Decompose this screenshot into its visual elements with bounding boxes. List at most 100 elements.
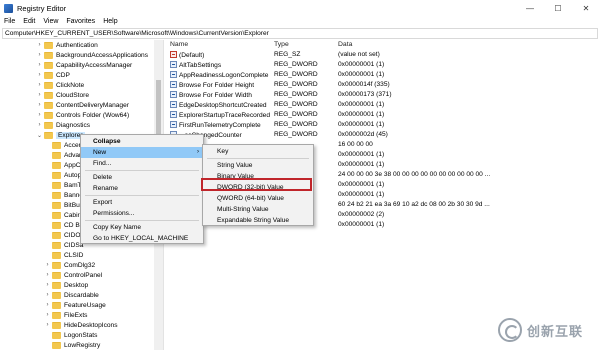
chevron-right-icon[interactable]: › xyxy=(44,322,51,328)
chevron-right-icon[interactable]: › xyxy=(44,262,51,268)
chevron-down-icon[interactable]: ⌄ xyxy=(36,132,43,139)
tree-item[interactable]: Banne xyxy=(44,190,83,200)
menu-item-goto-hklm[interactable]: Go to HKEY_LOCAL_MACHINE xyxy=(81,233,203,244)
chevron-right-icon[interactable]: › xyxy=(44,302,51,308)
table-row[interactable]: (Default) REG_SZ (value not set) xyxy=(166,50,600,60)
chevron-right-icon[interactable]: › xyxy=(44,292,51,298)
tree-item[interactable]: BitBu xyxy=(44,200,80,210)
tree-item[interactable]: CIDSa xyxy=(44,240,83,250)
tree-item[interactable]: › Desktop xyxy=(44,280,88,290)
chevron-right-icon[interactable]: › xyxy=(44,312,51,318)
chevron-right-icon[interactable]: › xyxy=(36,92,43,98)
value-data-cell: 24 00 00 00 3e 38 00 00 00 00 00 00 00 0… xyxy=(338,171,491,178)
value-type-cell: REG_SZ xyxy=(274,51,301,58)
column-header-data[interactable]: Data xyxy=(338,41,352,48)
tree-item-explorer[interactable]: ⌄ Explorer xyxy=(36,130,85,140)
submenu-item-qword-value[interactable]: QWORD (64-bit) Value xyxy=(203,193,313,204)
tree-item-label: Desktop xyxy=(64,281,89,289)
table-row[interactable]: AppReadinessLogonComplete REG_DWORD 0x0000… xyxy=(166,70,600,80)
menu-favorites[interactable]: Favorites xyxy=(66,18,95,25)
tree-item[interactable]: › Diagnostics xyxy=(36,120,90,130)
tree-item[interactable]: › FileExts xyxy=(44,310,87,320)
tree-item[interactable]: › BackgroundAccessApplications xyxy=(36,50,148,60)
tree-item[interactable]: › ComDlg32 xyxy=(44,260,95,270)
minimize-button[interactable]: — xyxy=(516,0,544,16)
tree-item[interactable]: CIDO xyxy=(44,230,80,240)
tree-item[interactable]: › Authentication xyxy=(36,40,98,50)
chevron-right-icon[interactable]: › xyxy=(36,112,43,118)
address-bar[interactable]: Computer\HKEY_CURRENT_USER\Software\Micr… xyxy=(2,28,598,39)
tree-item[interactable]: CD Bu xyxy=(44,220,83,230)
tree-item[interactable]: › CloudStore xyxy=(36,90,89,100)
column-header-name[interactable]: Name xyxy=(170,41,188,48)
tree-item[interactable]: BamT xyxy=(44,180,82,190)
table-row[interactable]: FirstRunTelemetryComplete REG_DWORD 0x0000… xyxy=(166,120,600,130)
tree-item[interactable]: Autop xyxy=(44,170,81,180)
tree-item-label: LowRegistry xyxy=(64,341,101,349)
menu-item-permissions[interactable]: Permissions... xyxy=(81,208,203,219)
chevron-right-icon[interactable]: › xyxy=(36,122,43,128)
chevron-right-icon[interactable]: › xyxy=(36,72,43,78)
submenu-item-expandable-string-value[interactable]: Expandable String Value xyxy=(203,215,313,226)
chevron-right-icon[interactable]: › xyxy=(36,102,43,108)
chevron-right-icon[interactable]: › xyxy=(36,52,43,58)
menu-help[interactable]: Help xyxy=(103,18,117,25)
value-data-cell: 0x00000001 (1) xyxy=(338,191,385,198)
tree-item-label: Controls Folder (Wow64) xyxy=(56,111,130,119)
close-button[interactable]: ✕ xyxy=(572,0,600,16)
menu-item-find[interactable]: Find... xyxy=(81,158,203,169)
menu-file[interactable]: File xyxy=(4,18,15,25)
column-header-type[interactable]: Type xyxy=(274,41,289,48)
tree-item[interactable]: AppC xyxy=(44,160,81,170)
chevron-right-icon[interactable]: › xyxy=(36,62,43,68)
menu-separator xyxy=(207,158,309,159)
maximize-button[interactable]: ☐ xyxy=(544,0,572,16)
menu-edit[interactable]: Edit xyxy=(23,18,35,25)
tree-item[interactable]: › CDP xyxy=(36,70,70,80)
value-data-cell: 0x0000002d (45) xyxy=(338,131,388,138)
table-row[interactable]: AltTabSettings REG_DWORD 0x00000001 (1) xyxy=(166,60,600,70)
submenu-item-string-value[interactable]: String Value xyxy=(203,160,313,171)
tree-item[interactable]: › Discardable xyxy=(44,290,99,300)
table-row[interactable]: ...ocChangedCounter REG_DWORD 0x0000002d (… xyxy=(166,130,600,140)
tree-item[interactable]: › ControlPanel xyxy=(44,270,102,280)
tree-item[interactable]: › Controls Folder (Wow64) xyxy=(36,110,129,120)
folder-icon xyxy=(52,141,61,149)
tree-item[interactable]: LogonStats xyxy=(44,330,97,340)
table-row[interactable]: EdgeDesktopShortcutCreated REG_DWORD 0x000… xyxy=(166,100,600,110)
menu-item-copy-key-name[interactable]: Copy Key Name xyxy=(81,222,203,233)
tree-item[interactable]: LowRegistry xyxy=(44,340,100,350)
tree-item[interactable]: › FeatureUsage xyxy=(44,300,106,310)
folder-icon xyxy=(44,101,53,109)
tree-item[interactable]: Cabir xyxy=(44,210,80,220)
tree-item[interactable]: › ContentDeliveryManager xyxy=(36,100,129,110)
value-type-cell: REG_DWORD xyxy=(274,121,318,128)
chevron-right-icon[interactable]: › xyxy=(36,82,43,88)
menu-item-rename[interactable]: Rename xyxy=(81,183,203,194)
menu-item-delete[interactable]: Delete xyxy=(81,172,203,183)
menu-item-collapse[interactable]: Collapse xyxy=(81,136,203,147)
menu-view[interactable]: View xyxy=(43,18,58,25)
menu-item-export[interactable]: Export xyxy=(81,197,203,208)
menu-item-new[interactable]: New › xyxy=(81,147,203,158)
folder-icon xyxy=(44,81,53,89)
tree-item[interactable]: › HideDesktopIcons xyxy=(44,320,118,330)
value-data-cell: 0x00000001 (1) xyxy=(338,61,385,68)
submenu-item-key[interactable]: Key xyxy=(203,146,313,157)
chevron-right-icon[interactable]: › xyxy=(44,282,51,288)
tree-item[interactable]: › ClickNote xyxy=(36,80,84,90)
folder-icon xyxy=(52,221,61,229)
tree-item[interactable]: Accer xyxy=(44,140,81,150)
table-row[interactable]: Browse For Folder Height REG_DWORD 0x00000… xyxy=(166,80,600,90)
tree-item[interactable]: › CapabilityAccessManager xyxy=(36,60,132,70)
submenu-item-multi-string-value[interactable]: Multi-String Value xyxy=(203,204,313,215)
table-row[interactable]: Browse For Folder Width REG_DWORD 0x000001… xyxy=(166,90,600,100)
binary-value-icon xyxy=(170,101,177,108)
tree-item[interactable]: Advar xyxy=(44,150,81,160)
table-row[interactable]: ExplorerStartupTraceRecorded REG_DWORD 0x0… xyxy=(166,110,600,120)
chevron-right-icon[interactable]: › xyxy=(44,272,51,278)
chevron-right-icon[interactable]: › xyxy=(36,42,43,48)
value-type-cell: REG_DWORD xyxy=(274,131,318,138)
tree-item[interactable]: CLSID xyxy=(44,250,83,260)
window-title: Registry Editor xyxy=(17,3,67,13)
